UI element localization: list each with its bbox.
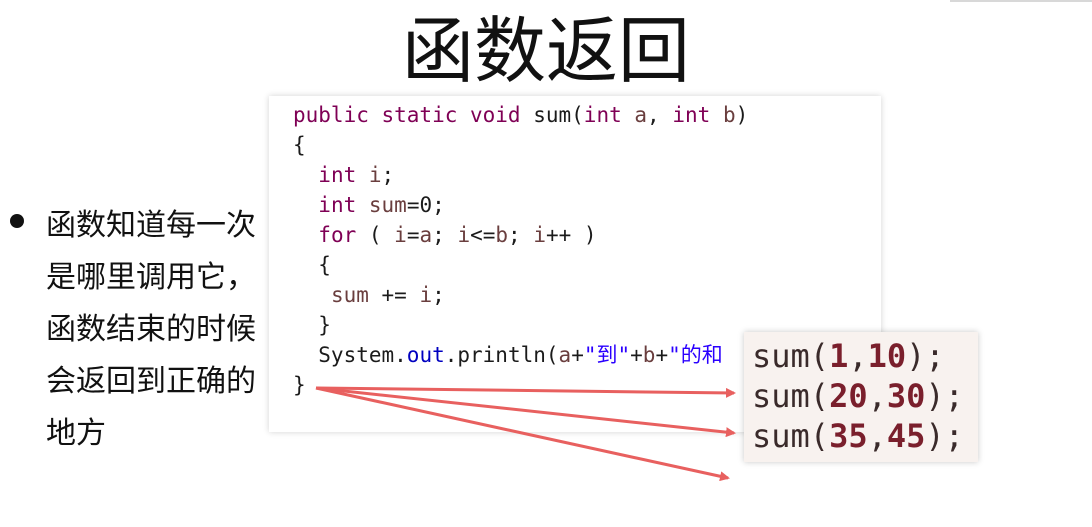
code-token: { bbox=[293, 253, 331, 277]
function-call-line: sum(1,10); bbox=[752, 337, 945, 375]
code-line: int i; bbox=[293, 163, 394, 187]
code-token: i bbox=[419, 283, 433, 307]
call-argument: 1 bbox=[829, 337, 849, 375]
call-argument: 45 bbox=[886, 417, 926, 455]
function-call-line: sum(35,45); bbox=[752, 417, 964, 455]
code-token: for bbox=[318, 223, 357, 247]
code-token: } bbox=[293, 373, 306, 397]
code-token: ++ ) bbox=[546, 223, 597, 247]
code-line: } bbox=[293, 313, 331, 337]
code-token: public static void bbox=[293, 103, 521, 127]
code-token: ) bbox=[735, 103, 749, 127]
code-token: i bbox=[368, 163, 382, 187]
call-text: sum( bbox=[752, 337, 830, 375]
code-token: ; bbox=[381, 163, 395, 187]
bullet-text: 函数知道每一次是哪里调用它，函数结束的时候会返回到正确的地方 bbox=[46, 208, 256, 451]
code-token: + bbox=[655, 343, 669, 367]
code-token: sum( bbox=[520, 103, 584, 127]
code-token: int bbox=[318, 193, 357, 217]
code-token: int bbox=[672, 103, 711, 127]
code-token: i bbox=[533, 223, 546, 247]
call-text: ); bbox=[925, 417, 964, 455]
code-token: out bbox=[406, 343, 445, 367]
code-token: ; bbox=[432, 283, 445, 307]
slide-title: 函数返回 bbox=[401, 9, 690, 93]
code-block: public static void sum(int a, int b) { i… bbox=[293, 100, 748, 400]
call-text: ); bbox=[906, 337, 945, 375]
code-token: } bbox=[293, 313, 331, 337]
code-line: public static void sum(int a, int b) bbox=[293, 103, 748, 127]
bullet-marker bbox=[10, 214, 24, 228]
code-token: sum bbox=[368, 193, 407, 217]
code-token: "的和 bbox=[668, 343, 723, 367]
code-token: =0; bbox=[406, 193, 445, 217]
code-token: i bbox=[394, 223, 407, 247]
call-argument: 30 bbox=[886, 377, 926, 415]
call-text: sum( bbox=[752, 377, 830, 415]
function-calls-panel: sum(1,10); sum(20,30); sum(35,45); bbox=[744, 332, 978, 462]
code-token: + bbox=[630, 343, 643, 367]
code-line: } bbox=[293, 373, 306, 397]
code-token: += bbox=[368, 283, 420, 307]
code-line: { bbox=[293, 133, 306, 157]
code-token: b bbox=[495, 223, 509, 247]
call-text: sum( bbox=[752, 417, 830, 455]
code-token: int bbox=[318, 163, 357, 187]
code-token: System. bbox=[293, 343, 407, 367]
code-line: for ( i=a; i<=b; i++ ) bbox=[293, 223, 597, 247]
code-token: a bbox=[634, 103, 648, 127]
code-token: b bbox=[642, 343, 656, 367]
code-token: a bbox=[558, 343, 572, 367]
call-separator: , bbox=[867, 377, 887, 415]
code-token: + bbox=[571, 343, 584, 367]
code-token: sum bbox=[330, 283, 369, 307]
code-token: ; bbox=[508, 223, 534, 247]
code-token: "到" bbox=[583, 343, 631, 367]
call-argument: 10 bbox=[867, 337, 907, 375]
code-token: .println( bbox=[444, 343, 559, 367]
code-line: { bbox=[293, 253, 331, 277]
call-separator: , bbox=[867, 417, 887, 455]
top-rule bbox=[950, 0, 1092, 2]
code-token: int bbox=[583, 103, 622, 127]
call-argument: 20 bbox=[829, 377, 868, 415]
code-token: { bbox=[293, 133, 306, 157]
code-token: <= bbox=[470, 223, 496, 247]
code-token: , bbox=[647, 103, 673, 127]
call-argument: 35 bbox=[829, 417, 868, 455]
code-line: System.out.println(a+"到"+b+"的和 bbox=[293, 343, 723, 367]
code-token: = bbox=[406, 223, 420, 247]
code-token: ; bbox=[432, 223, 458, 247]
code-token: b bbox=[722, 103, 736, 127]
code-line: sum += i; bbox=[293, 283, 445, 307]
code-token: ( bbox=[356, 223, 395, 247]
code-line: int sum=0; bbox=[293, 193, 445, 217]
code-token: a bbox=[419, 223, 433, 247]
function-calls-list: sum(1,10); sum(20,30); sum(35,45); bbox=[752, 336, 964, 456]
code-token: i bbox=[457, 223, 471, 247]
call-separator: , bbox=[848, 337, 868, 375]
call-text: ); bbox=[925, 377, 964, 415]
function-call-line: sum(20,30); bbox=[752, 377, 964, 415]
